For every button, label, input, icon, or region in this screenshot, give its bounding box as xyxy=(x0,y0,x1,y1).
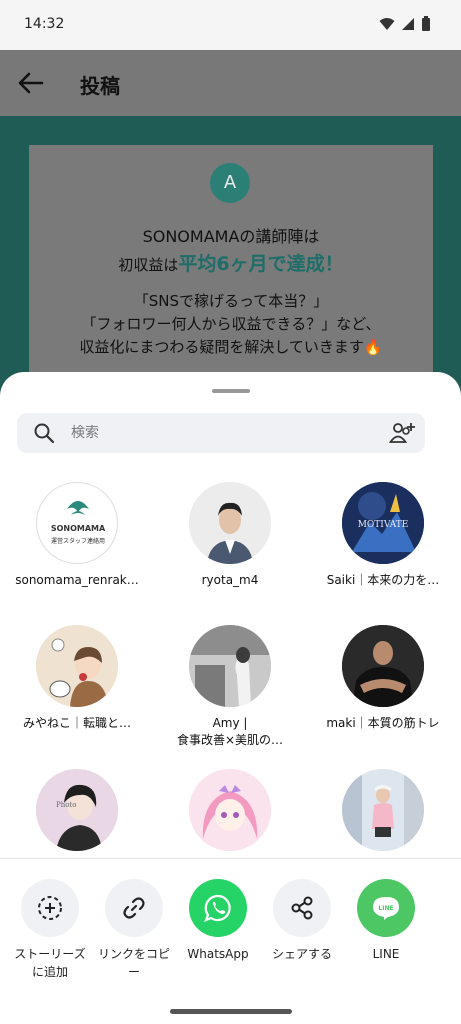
action-circle xyxy=(273,879,331,937)
post-avatar: A xyxy=(210,163,250,203)
line-icon: LINE xyxy=(373,897,399,920)
contact-name: maki｜本質の筋トレ xyxy=(326,716,440,730)
contact-name: ryota_m4 xyxy=(201,573,259,587)
action-label: リンクをコピ ー xyxy=(97,947,170,979)
share-sheet: SONOMAMA 運営スタッフ連絡用 sonomama_renrak… ryot… xyxy=(0,372,461,1024)
avatar xyxy=(189,769,271,851)
divider xyxy=(0,858,461,859)
avatar: SONOMAMA 運営スタッフ連絡用 xyxy=(36,482,118,564)
post-card: A SONOMAMAの講師陣は 初収益は平均6ヶ月で達成！ 「SNSで稼げるって… xyxy=(29,145,433,405)
sonomama-logo-icon: SONOMAMA 運営スタッフ連絡用 xyxy=(51,501,106,545)
contact-name: Amy | xyxy=(212,716,248,730)
avatar xyxy=(189,625,271,707)
action-label: WhatsApp xyxy=(187,947,249,961)
link-icon xyxy=(123,897,145,919)
avatar: Photo xyxy=(36,769,118,851)
page-title: 投稿 xyxy=(80,74,120,98)
status-bar: 14:32 xyxy=(0,0,461,50)
status-icons xyxy=(379,16,431,31)
avatar xyxy=(189,482,271,564)
add-people-icon[interactable] xyxy=(389,420,417,446)
search-input[interactable] xyxy=(71,419,371,447)
action-circle: LINE xyxy=(357,879,415,937)
post-text-highlight: 平均6ヶ月で達成！ xyxy=(178,253,344,275)
avatar xyxy=(342,769,424,851)
svg-text:運営スタッフ連絡用: 運営スタッフ連絡用 xyxy=(51,537,105,545)
contact-name: Saiki｜本来の力を… xyxy=(326,573,440,587)
contact-name: みやねこ｜転職と… xyxy=(22,716,131,730)
post-text-line: 「SNSで稼げるって本当？」 xyxy=(133,292,329,310)
avatar: MOTIVATE xyxy=(342,482,424,564)
post-text-line: SONOMAMAの講師陣は xyxy=(142,227,320,246)
post-text-line: 初収益は平均6ヶ月で達成！ xyxy=(29,249,433,276)
app-bar: 投稿 xyxy=(0,50,461,116)
contact-name: sonomama_renrak… xyxy=(15,573,139,587)
action-label: LINE xyxy=(372,947,400,961)
post-text-line: 「フォロワー何人から収益できる？」など、 xyxy=(81,315,381,333)
svg-text:MOTIVATE: MOTIVATE xyxy=(358,520,409,530)
back-arrow-icon xyxy=(18,72,44,94)
whatsapp-icon xyxy=(204,894,231,922)
back-button[interactable] xyxy=(16,68,46,98)
action-circle xyxy=(189,879,247,937)
action-label: ストーリーズ に追加 xyxy=(14,947,86,979)
avatar xyxy=(36,625,118,707)
svg-text:Photo: Photo xyxy=(56,801,76,809)
post-text-prefix: 初収益は xyxy=(118,256,179,274)
action-label: シェアする xyxy=(271,947,332,961)
action-circle xyxy=(21,879,79,937)
wifi-icon xyxy=(379,17,395,30)
post-text-line: 収益化にまつわる疑問を解決していきます🔥 xyxy=(79,338,383,356)
avatar xyxy=(342,625,424,707)
search-icon xyxy=(34,423,55,444)
contact-name-line2: 食事改善×美肌の… xyxy=(176,733,284,747)
gesture-nav-bar[interactable] xyxy=(170,1009,292,1014)
share-icon xyxy=(291,896,313,920)
cellular-signal-icon xyxy=(402,17,414,30)
drag-handle[interactable] xyxy=(212,389,250,393)
battery-icon xyxy=(422,16,430,31)
svg-text:SONOMAMA: SONOMAMA xyxy=(51,524,106,533)
status-time: 14:32 xyxy=(24,16,65,32)
add-to-story-icon xyxy=(38,896,62,920)
svg-text:LINE: LINE xyxy=(378,905,393,912)
search-bar[interactable] xyxy=(17,413,425,453)
action-circle xyxy=(105,879,163,937)
